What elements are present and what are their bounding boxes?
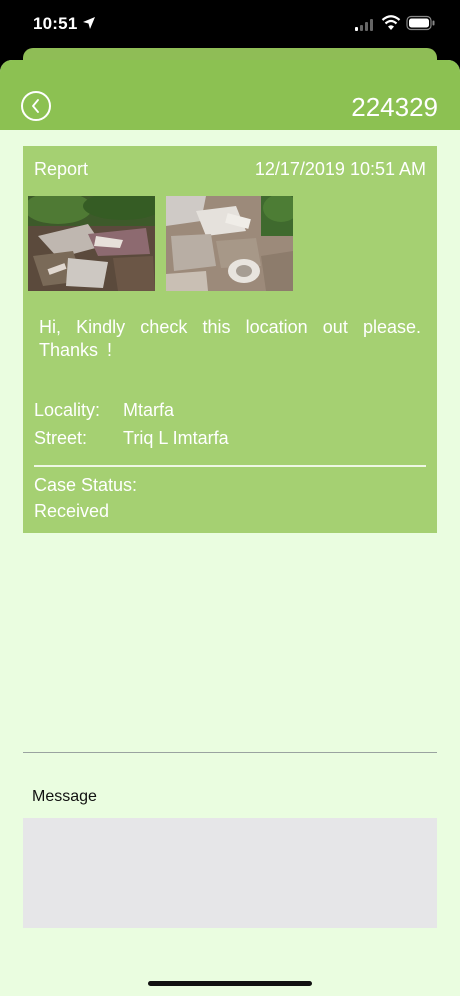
section-divider bbox=[23, 752, 437, 753]
chevron-left-icon bbox=[32, 99, 39, 113]
card-divider bbox=[34, 465, 426, 467]
wifi-icon bbox=[381, 15, 401, 30]
location-arrow-icon bbox=[83, 17, 95, 29]
report-message: Hi, Kindly check this location out pleas… bbox=[39, 317, 421, 360]
report-date: 12/17/2019 10:51 AM bbox=[254, 159, 426, 179]
nav-bar: 224329 bbox=[0, 60, 460, 130]
report-card: Report 12/17/2019 10:51 AM Hi, Kindly ch… bbox=[23, 146, 437, 533]
street-value: Triq L Imtarfa bbox=[123, 428, 229, 448]
message-label: Message bbox=[32, 788, 97, 805]
locality-label: Locality: bbox=[34, 400, 101, 420]
locality-value: Mtarfa bbox=[123, 400, 175, 420]
page-title: 224329 bbox=[351, 92, 438, 122]
cellular-signal-icon bbox=[355, 19, 373, 31]
locality-row: Locality: Mtarfa bbox=[34, 400, 174, 421]
report-photo-debris[interactable] bbox=[28, 196, 155, 291]
message-input[interactable] bbox=[23, 818, 437, 928]
status-time: 10:51 bbox=[33, 14, 78, 33]
back-button[interactable] bbox=[21, 91, 51, 121]
battery-icon bbox=[406, 15, 435, 31]
report-photo-rubble[interactable] bbox=[166, 196, 293, 291]
status-bar: 10:51 bbox=[0, 0, 460, 52]
street-row: Street: Triq L Imtarfa bbox=[34, 428, 229, 449]
report-detail-sheet: 224329 Report 12/17/2019 10:51 AM Hi, Ki… bbox=[0, 60, 460, 996]
home-indicator[interactable] bbox=[148, 981, 312, 986]
street-label: Street: bbox=[34, 428, 88, 448]
case-status-value: Received bbox=[34, 501, 110, 521]
report-label: Report bbox=[34, 159, 89, 179]
case-status-label: Case Status: bbox=[34, 475, 138, 495]
